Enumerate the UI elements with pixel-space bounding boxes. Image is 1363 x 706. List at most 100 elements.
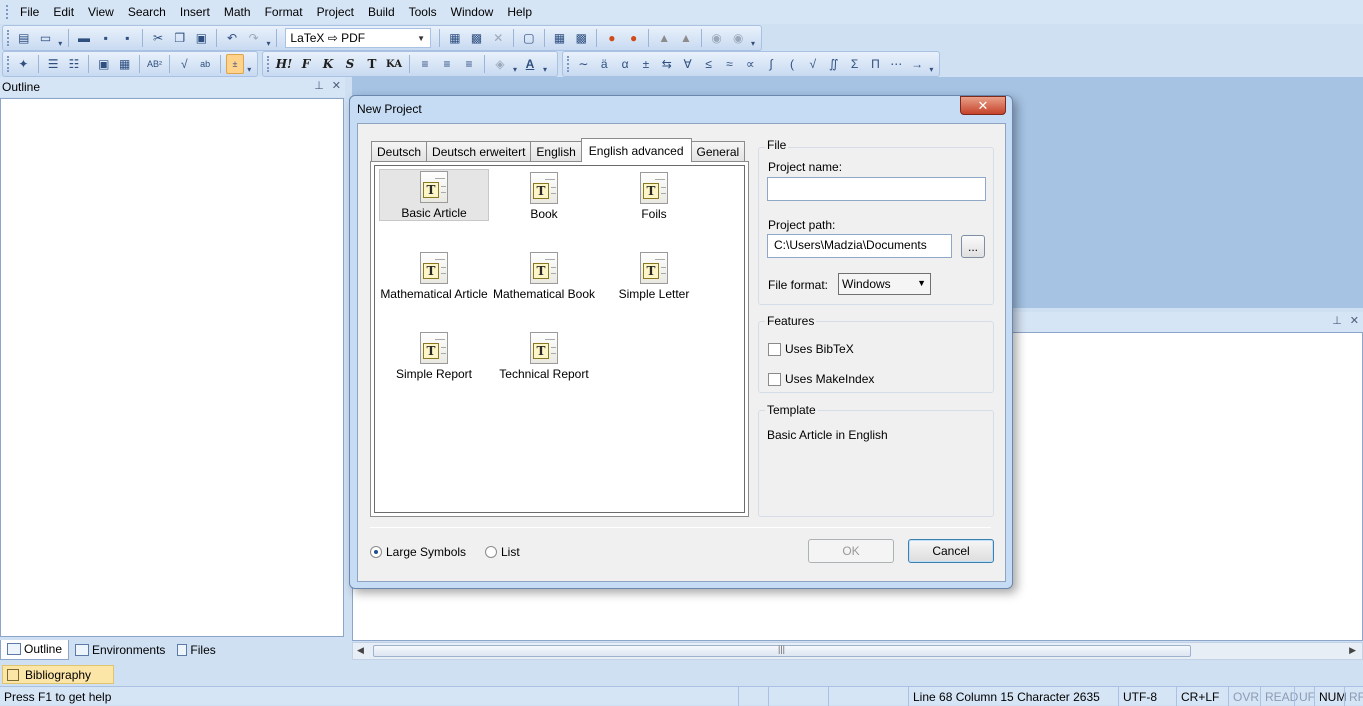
redo-icon[interactable]: ↷ [244, 28, 264, 48]
copy-icon[interactable]: ❐ [170, 28, 190, 48]
previous-error-icon[interactable]: ● [602, 28, 622, 48]
uses-bibtex-checkbox[interactable]: Uses BibTeX [768, 342, 854, 356]
list-radio[interactable]: List [485, 545, 520, 559]
close-icon[interactable]: ✕ [332, 79, 341, 92]
menu-edit[interactable]: Edit [46, 3, 81, 21]
insert-picture-icon[interactable]: ▣ [94, 54, 113, 74]
math-symbol-icon[interactable]: ⋯ [887, 54, 906, 74]
project-icon[interactable]: ▦ [550, 28, 570, 48]
fill-color-dropdown-icon[interactable]: ▾ [511, 54, 519, 74]
font-color-icon[interactable]: A [520, 54, 540, 74]
cut-icon[interactable]: ✂ [148, 28, 168, 48]
small-caps-button[interactable]: KA [384, 54, 404, 74]
insert-table-icon[interactable]: ▦ [115, 54, 134, 74]
template-item[interactable]: T Mathematical Article [379, 249, 489, 301]
font-color-dropdown-icon[interactable]: ▾ [541, 54, 549, 74]
template-item[interactable]: T Book [489, 169, 599, 221]
next-bad-box-icon[interactable]: ◉ [728, 28, 748, 48]
paste-icon[interactable]: ▣ [192, 28, 212, 48]
math-symbol-icon[interactable]: Π [866, 54, 885, 74]
bullet-list-icon[interactable]: ☰ [44, 54, 63, 74]
new-file-icon[interactable]: ▭ [36, 28, 56, 48]
template-item[interactable]: T Mathematical Book [489, 249, 599, 301]
undo-icon[interactable]: ↶ [222, 28, 242, 48]
math-symbol-icon[interactable]: α [616, 54, 635, 74]
dialog-close-button[interactable]: ✕ [960, 96, 1006, 115]
math-symbol-icon[interactable]: Σ [845, 54, 864, 74]
math-symbol-icon[interactable]: ∀ [678, 54, 697, 74]
new-file-dropdown-icon[interactable]: ▾ [56, 28, 64, 48]
toolbar-grip[interactable] [567, 56, 570, 72]
insert-reference-icon[interactable]: ✦ [14, 54, 33, 74]
open-folder-icon[interactable]: ▬ [74, 28, 94, 48]
tab-general[interactable]: General [690, 141, 746, 162]
slanted-button[interactable]: S [340, 54, 360, 74]
template-item[interactable]: T Foils [599, 169, 709, 221]
scroll-left-icon[interactable]: ◀ [357, 645, 364, 656]
fill-color-icon[interactable]: ◈ [490, 54, 510, 74]
menu-format[interactable]: Format [258, 3, 310, 21]
pin-icon[interactable]: ⊥ [314, 79, 324, 92]
menu-window[interactable]: Window [444, 3, 501, 21]
tab-deutsch[interactable]: Deutsch [371, 141, 428, 162]
tab-outline[interactable]: Outline [0, 639, 70, 660]
menu-project[interactable]: Project [310, 3, 361, 21]
template-item[interactable]: T Basic Article [379, 169, 489, 221]
save-icon[interactable]: ▪ [96, 28, 116, 48]
heading-button[interactable]: H! [274, 54, 294, 74]
new-project-icon[interactable]: ▤ [14, 28, 34, 48]
menu-insert[interactable]: Insert [173, 3, 217, 21]
math-symbol-icon[interactable]: ∫ [762, 54, 781, 74]
template-item[interactable]: T Technical Report [489, 329, 599, 381]
bibliography-tab[interactable]: Bibliography [2, 665, 114, 684]
math-symbol-icon[interactable]: ≈ [720, 54, 739, 74]
menu-file[interactable]: File [13, 3, 46, 21]
menu-view[interactable]: View [81, 3, 121, 21]
checkbox-box[interactable] [768, 372, 781, 386]
math-symbol-icon[interactable]: ∬ [824, 54, 843, 74]
italic-button[interactable]: K [318, 54, 338, 74]
math-symbol-icon[interactable]: → [908, 54, 927, 74]
math-symbol-icon[interactable]: ∝ [741, 54, 760, 74]
tab-english-advanced[interactable]: English advanced [580, 138, 692, 162]
math-mode-icon[interactable]: ± [225, 54, 245, 74]
align-center-icon[interactable]: ≡ [437, 54, 457, 74]
project-settings-icon[interactable]: ▩ [571, 28, 591, 48]
cancel-button[interactable]: Cancel [908, 539, 994, 563]
scroll-right-icon[interactable]: ▶ [1349, 645, 1356, 656]
next-error-icon[interactable]: ● [624, 28, 644, 48]
project-path-input[interactable]: C:\Users\Madzia\Documents [767, 234, 952, 258]
build-icon[interactable]: ▦ [445, 28, 465, 48]
preview-icon[interactable]: ▢ [519, 28, 539, 48]
radio-unselected-icon[interactable] [485, 546, 497, 558]
previous-warning-icon[interactable]: ▲ [654, 28, 674, 48]
large-symbols-radio[interactable]: Large Symbols [370, 545, 466, 559]
menu-build[interactable]: Build [361, 3, 402, 21]
numbered-list-icon[interactable]: ☷ [65, 54, 84, 74]
math-symbol-icon[interactable]: ä [595, 54, 614, 74]
tab-environments[interactable]: Environments [69, 640, 171, 660]
menu-tools[interactable]: Tools [402, 3, 444, 21]
math-symbol-icon[interactable]: √ [803, 54, 822, 74]
outline-tree[interactable] [0, 98, 344, 637]
sqrt-icon[interactable]: √ [175, 54, 194, 74]
toolbar-options-icon[interactable]: ▾ [749, 28, 757, 48]
toolbar-grip[interactable] [267, 56, 270, 72]
save-all-icon[interactable]: ▪ [118, 28, 138, 48]
math-symbol-icon[interactable]: ∼ [574, 54, 593, 74]
template-list[interactable]: T Basic Article T Book T Foils T Mathema… [374, 165, 745, 513]
tab-deutsch-erweitert[interactable]: Deutsch erweitert [426, 141, 532, 162]
math-symbol-icon[interactable]: ( [783, 54, 802, 74]
menu-math[interactable]: Math [217, 3, 258, 21]
redo-dropdown-icon[interactable]: ▾ [265, 28, 273, 48]
browse-button[interactable]: ... [961, 235, 985, 258]
menu-help[interactable]: Help [500, 3, 539, 21]
bold-button[interactable]: F [296, 54, 316, 74]
tab-files[interactable]: Files [171, 640, 221, 660]
chevron-down-icon[interactable]: ▼ [414, 30, 428, 46]
output-profile-select[interactable]: LaTeX ⇨ PDF ▼ [285, 28, 432, 48]
toolbar-options-icon[interactable]: ▾ [245, 54, 253, 74]
uses-makeindex-checkbox[interactable]: Uses MakeIndex [768, 372, 874, 386]
file-format-select[interactable]: Windows ▼ [838, 273, 931, 295]
math-symbol-icon[interactable]: ⇆ [657, 54, 676, 74]
